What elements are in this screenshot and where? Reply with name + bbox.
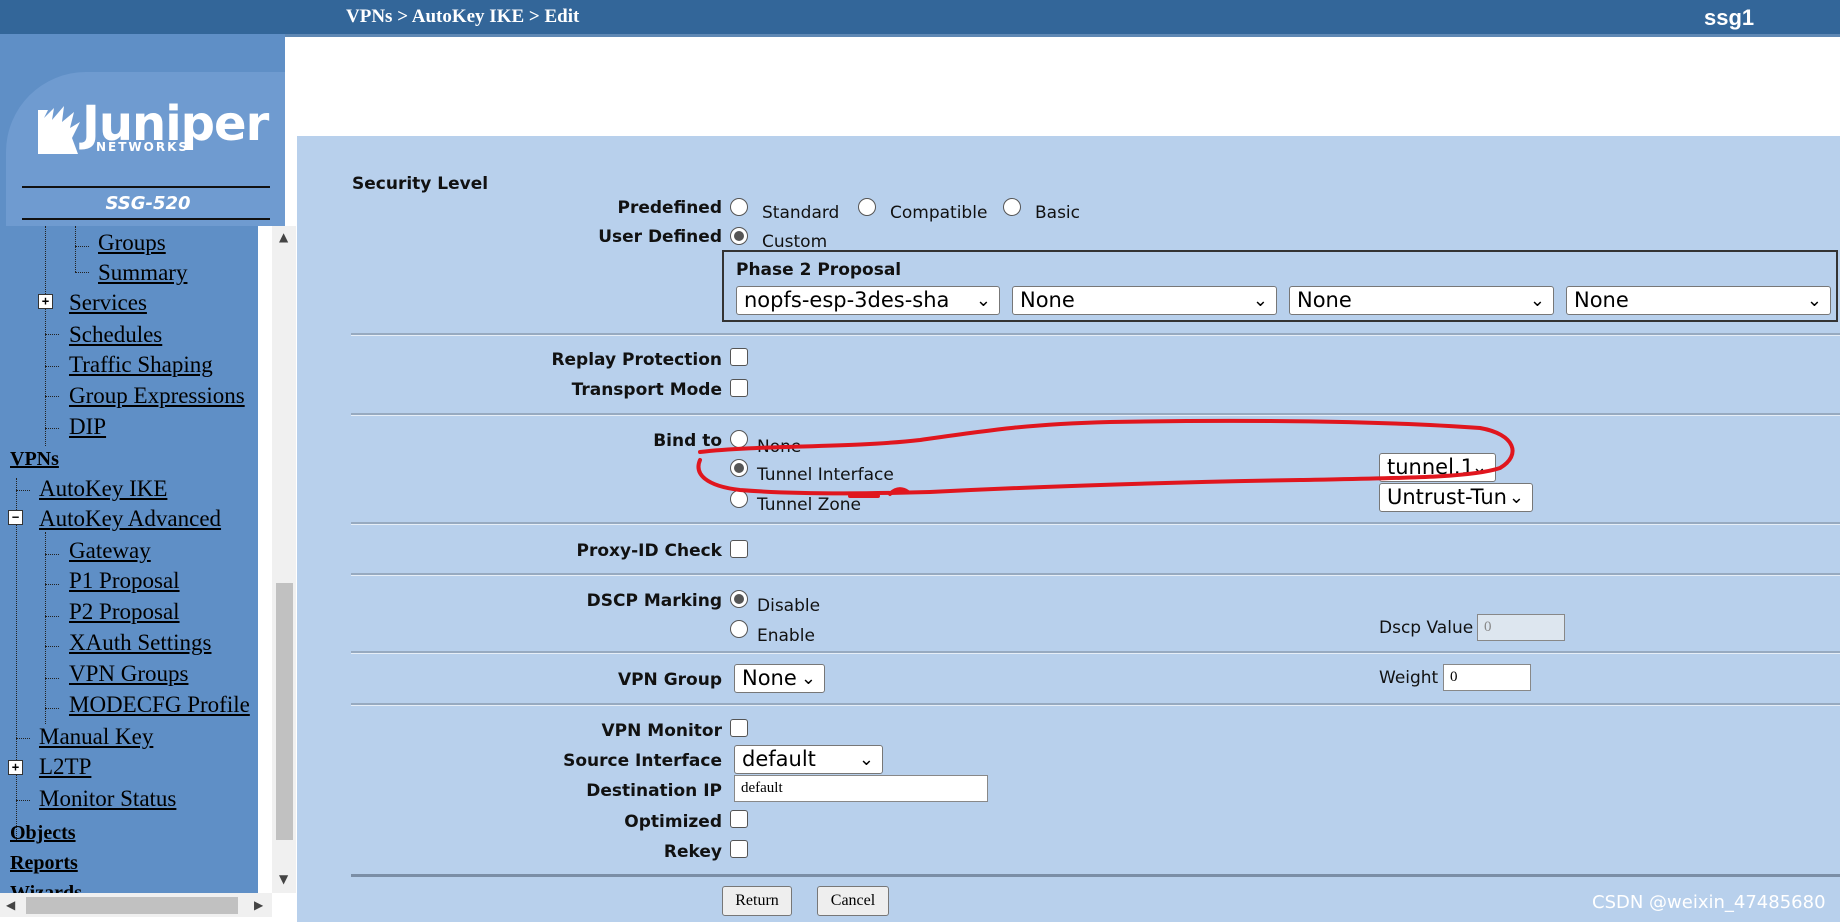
- red-annotation-circle: [696, 418, 1515, 498]
- watermark: CSDN @weixin_47485680: [1592, 892, 1826, 913]
